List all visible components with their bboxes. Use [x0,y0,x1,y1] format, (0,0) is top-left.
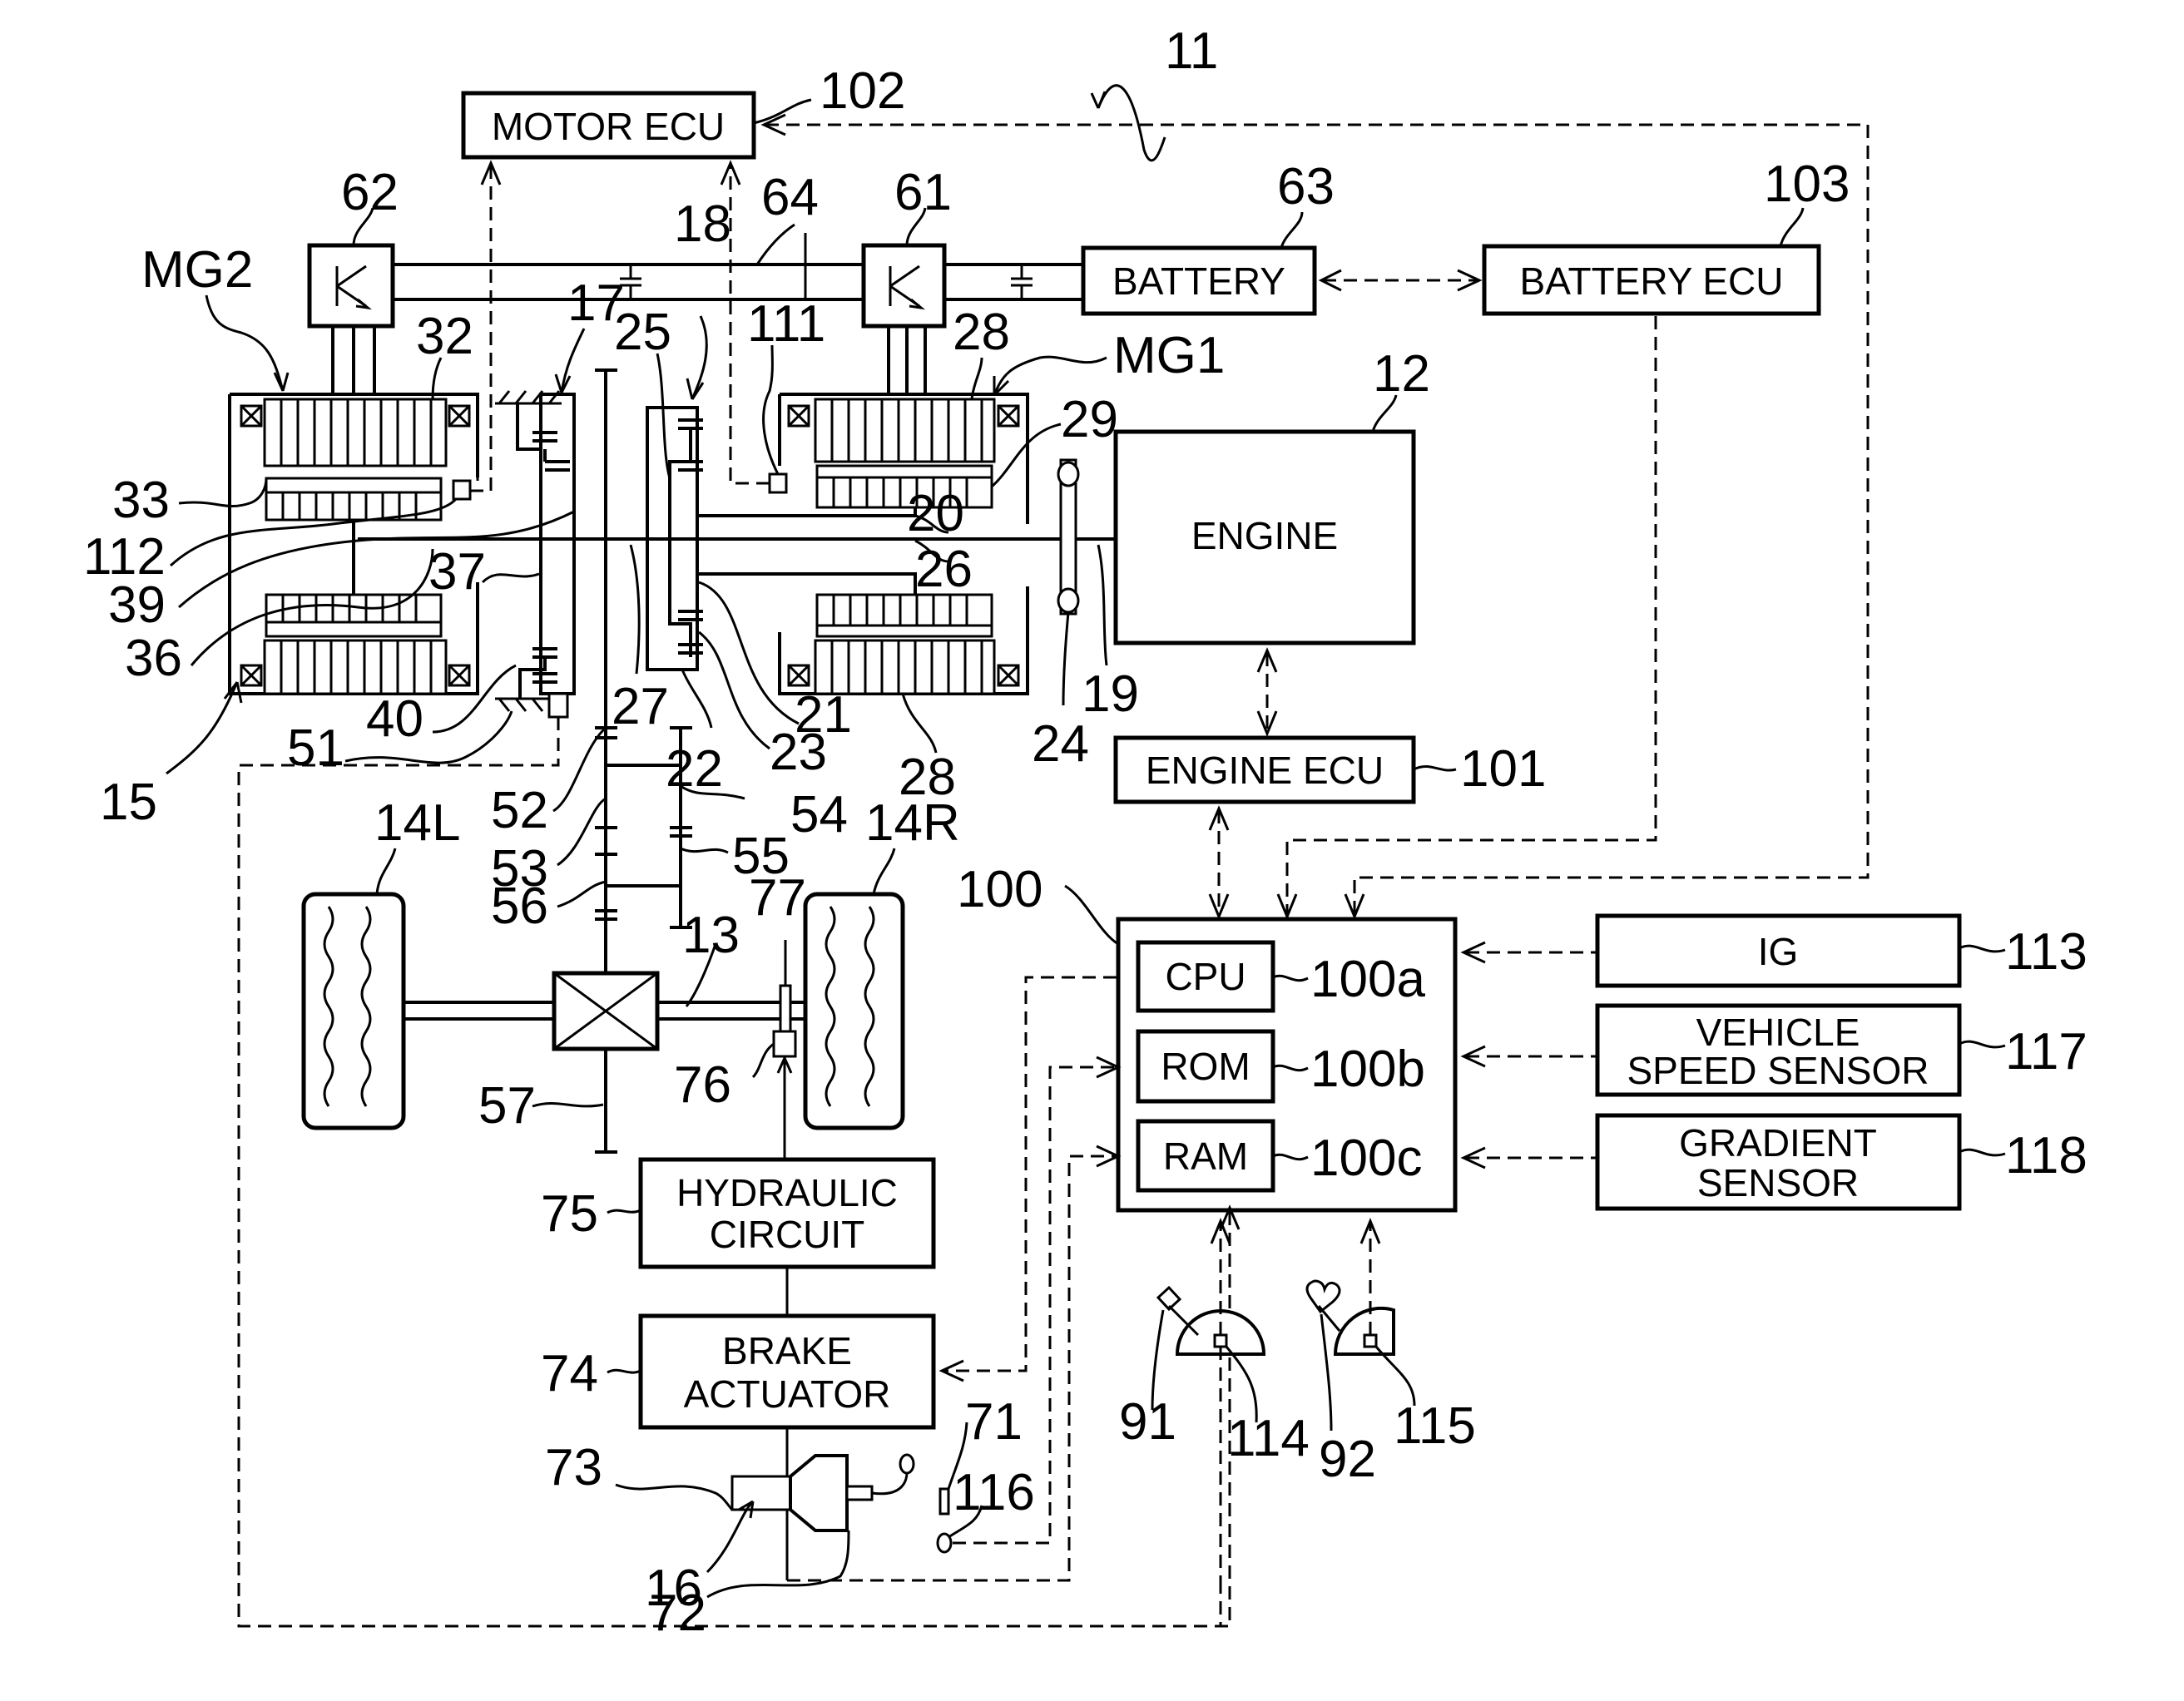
ref-26: 26 [915,541,973,598]
ref-92: 92 [1319,1431,1376,1488]
ref-19: 19 [1082,665,1139,723]
drive-axle: 13 [404,907,805,1152]
brake-actuator-label-line1: BRAKE [722,1329,852,1372]
rom-label: ROM [1161,1045,1250,1088]
ref-51: 51 [287,719,344,777]
battery-ecu-block: BATTERY ECU 103 [1482,156,1850,316]
hydraulic-circuit-block: HYDRAULIC CIRCUIT 75 [541,1157,936,1269]
ref-116: 116 [953,1464,1035,1521]
engine-engine-ecu-link [1256,647,1278,737]
gradient-sensor-block: GRADIENT SENSOR 118 [1460,1113,2087,1211]
ref-115: 115 [1394,1397,1476,1455]
brake-actuator-label-line2: ACTUATOR [684,1372,891,1416]
ref-33: 33 [112,472,170,529]
ref-14R: 14R [865,794,960,852]
cpu-ref: 100a [1310,951,1425,1008]
battery-label: BATTERY [1112,260,1285,303]
ref-56: 56 [491,878,548,935]
motor-ecu-block: MOTOR ECU 102 [461,62,905,160]
gradient-label-line2: SENSOR [1697,1161,1859,1204]
engine-ecu-ref: 101 [1460,740,1546,798]
ref-32: 32 [416,308,473,365]
vehicle-speed-label-line2: SPEED SENSOR [1627,1049,1929,1092]
ref-15: 15 [100,774,157,831]
gradient-label-line1: GRADIENT [1679,1121,1877,1164]
ref-14L: 14L [374,794,460,852]
ref-24: 24 [1032,715,1089,773]
wheel-left: 14L [301,794,460,1130]
ref-39: 39 [108,576,166,634]
motor-ecu-label: MOTOR ECU [492,105,725,148]
ref-27: 27 [612,678,669,735]
inverter-62-ref: 62 [341,164,399,221]
ref-28-top: 28 [953,304,1010,361]
hydraulic-label-line1: HYDRAULIC [676,1171,898,1214]
ref-20: 20 [907,485,964,542]
ref-114: 114 [1227,1410,1310,1467]
hydraulic-label-line2: CIRCUIT [710,1213,865,1256]
ref-13: 13 [682,907,740,964]
battery-ecu-ref: 103 [1764,156,1850,213]
vehicle-speed-label-line1: VEHICLE [1696,1011,1860,1054]
brake-actuator-ref: 74 [541,1345,598,1402]
ref-36: 36 [125,630,182,687]
inverter-61: 61 [861,164,952,329]
ref-76: 76 [674,1056,731,1114]
ref-22: 22 [666,740,723,798]
ref-40: 40 [366,690,423,748]
mg1-ref: MG1 [1113,327,1225,384]
ig-label: IG [1758,930,1799,973]
ig-ref: 113 [2005,923,2087,981]
mg2-ref: MG2 [141,241,253,299]
engine-ecu-label: ENGINE ECU [1146,749,1384,792]
inverter-61-ref: 61 [894,164,952,221]
engine-block: ENGINE 12 [1113,345,1430,645]
main-ecu-ref: 100 [957,861,1042,918]
brake-pedal-92: 92 115 [1305,1218,1476,1488]
rom-ref: 100b [1310,1041,1425,1098]
ref-77: 77 [749,869,806,927]
ref-label: 11 [1165,22,1218,80]
battery-battery-ecu-link [1318,269,1483,292]
ig-block: IG 113 [1460,913,2087,988]
ref-111: 111 [747,295,825,353]
ref-25: 25 [614,304,671,361]
ref-54: 54 [790,786,848,843]
ref-18: 18 [674,195,731,253]
motor-ecu-ref: 102 [820,62,905,120]
ref-29: 29 [1061,391,1118,448]
accelerator-pedal: 91 114 [1119,1218,1310,1580]
engine-ref: 12 [1373,345,1430,403]
battery-block: BATTERY 63 [1081,158,1335,316]
hydraulic-ref: 75 [541,1185,598,1243]
battery-ref: 63 [1277,158,1335,215]
ram-label: RAM [1163,1135,1248,1178]
ref-71: 71 [965,1393,1023,1451]
system-ref-11: 11 [1090,22,1218,162]
ref-57: 57 [478,1077,536,1135]
ref-72: 72 [649,1585,706,1642]
main-ecu-block: 100 CPU 100a ROM 100b RAM 100c [957,861,1458,1213]
ref-37: 37 [428,543,486,601]
hybrid-vehicle-system-diagram: 11 MOTOR ECU 102 BATTERY 63 BATTERY ECU … [83,22,2087,1642]
ref-91: 91 [1119,1393,1176,1451]
vehicle-speed-sensor-block: VEHICLE SPEED SENSOR 117 [1460,1003,2087,1097]
gradient-ref: 118 [2005,1127,2087,1184]
power-line-ref: 64 [761,169,819,226]
vehicle-speed-ref: 117 [2005,1023,2087,1080]
engine-label: ENGINE [1191,514,1338,557]
engine-ecu-block: ENGINE ECU 101 [1113,735,1546,804]
cpu-label: CPU [1165,955,1246,998]
ram-ref: 100c [1310,1130,1422,1187]
ref-73: 73 [545,1439,602,1496]
inverter-62: 62 [307,164,399,329]
battery-ecu-label: BATTERY ECU [1520,260,1784,303]
ref-52: 52 [491,782,548,839]
